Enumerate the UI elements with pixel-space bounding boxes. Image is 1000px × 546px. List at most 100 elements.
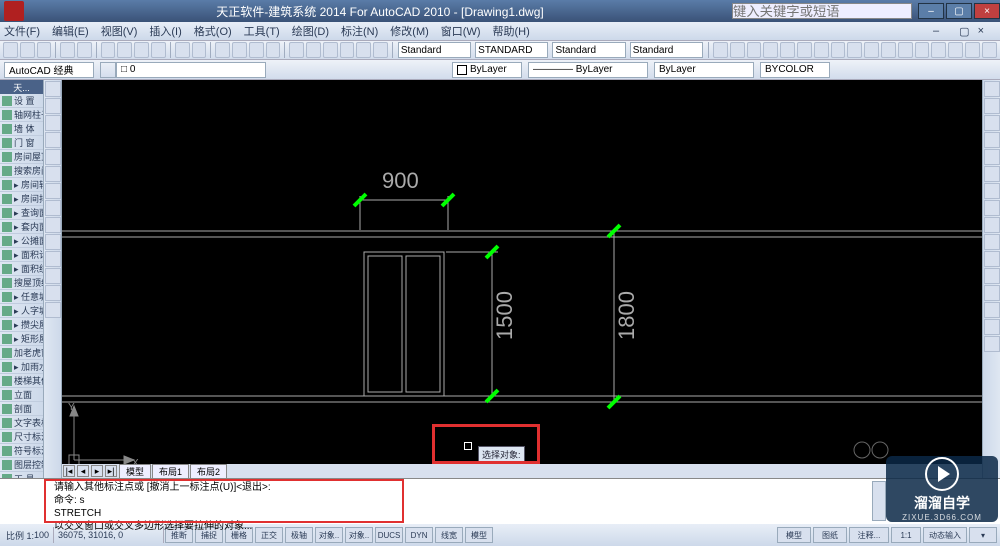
tool-e-icon[interactable]: [780, 42, 795, 58]
tangent-item-23[interactable]: 文字表格: [0, 416, 43, 430]
linetype-combo[interactable]: ———— ByLayer: [528, 62, 648, 78]
status-scale-1-1[interactable]: 1:1: [891, 527, 921, 543]
spline-icon[interactable]: [45, 183, 61, 199]
menu-file[interactable]: 文件(F): [4, 23, 40, 39]
polygon-icon[interactable]: [45, 115, 61, 131]
match-icon[interactable]: [151, 42, 166, 58]
table-icon[interactable]: [45, 268, 61, 284]
tool-n-icon[interactable]: [931, 42, 946, 58]
text-icon[interactable]: [45, 285, 61, 301]
workspace-combo[interactable]: AutoCAD 经典: [4, 62, 94, 78]
offset-icon[interactable]: [984, 132, 1000, 148]
trim-icon[interactable]: [984, 234, 1000, 250]
tangent-item-12[interactable]: ▸ 面积统计: [0, 262, 43, 276]
tab-last-icon[interactable]: ▸|: [105, 465, 117, 477]
preview-icon[interactable]: [77, 42, 92, 58]
sheetset-icon[interactable]: [340, 42, 355, 58]
menu-draw[interactable]: 绘图(D): [292, 23, 329, 39]
plotstyle-combo[interactable]: BYCOLOR: [760, 62, 830, 78]
menu-format[interactable]: 格式(O): [194, 23, 232, 39]
line-icon[interactable]: [45, 81, 61, 97]
tool-g-icon[interactable]: [814, 42, 829, 58]
block-icon[interactable]: [45, 251, 61, 267]
tool-m-icon[interactable]: [915, 42, 930, 58]
tangent-item-26[interactable]: 图层控制: [0, 458, 43, 472]
help-search-input[interactable]: [732, 3, 912, 19]
plot-icon[interactable]: [60, 42, 75, 58]
properties-icon[interactable]: [289, 42, 304, 58]
circle-icon[interactable]: [45, 166, 61, 182]
break-icon[interactable]: [984, 268, 1000, 284]
tangent-item-2[interactable]: 墙 体: [0, 122, 43, 136]
menu-window[interactable]: 窗口(W): [441, 23, 481, 39]
tab-layout2[interactable]: 布局2: [190, 464, 227, 479]
tool-l-icon[interactable]: [898, 42, 913, 58]
tangent-item-0[interactable]: 设 置: [0, 94, 43, 108]
region-icon[interactable]: [45, 302, 61, 318]
tangent-item-7[interactable]: ▸ 房间排序: [0, 192, 43, 206]
copy-obj-icon[interactable]: [984, 98, 1000, 114]
array-icon[interactable]: [984, 149, 1000, 165]
tool-q-icon[interactable]: [982, 42, 997, 58]
command-scrollbar[interactable]: [872, 481, 886, 521]
tangent-panel[interactable]: 天... 设 置轴网柱子墙 体门 窗房间屋顶搜索房间▸ 房间轮廓▸ 房间排序▸ …: [0, 80, 44, 478]
tool-h-icon[interactable]: [831, 42, 846, 58]
tangent-item-3[interactable]: 门 窗: [0, 136, 43, 150]
arc-icon[interactable]: [45, 149, 61, 165]
command-window[interactable]: 请输入其他标注点或 [撤消上一标注点(U)]<退出>: 命令: s STRETC…: [0, 478, 1000, 524]
menu-tools[interactable]: 工具(T): [244, 23, 280, 39]
tangent-item-21[interactable]: 立面: [0, 388, 43, 402]
stretch-icon[interactable]: [984, 217, 1000, 233]
rectangle-icon[interactable]: [45, 132, 61, 148]
tab-next-icon[interactable]: ▸: [91, 465, 103, 477]
pline-icon[interactable]: [45, 98, 61, 114]
tangent-item-16[interactable]: ▸ 攒尖屋顶: [0, 318, 43, 332]
tool-a-icon[interactable]: [713, 42, 728, 58]
tangent-item-20[interactable]: 楼梯其他: [0, 374, 43, 388]
toolpalettes-icon[interactable]: [323, 42, 338, 58]
undo-icon[interactable]: [175, 42, 190, 58]
tool-c-icon[interactable]: [747, 42, 762, 58]
mirror-icon[interactable]: [984, 115, 1000, 131]
tool-d-icon[interactable]: [763, 42, 778, 58]
tangent-item-4[interactable]: 房间屋顶: [0, 150, 43, 164]
tangent-item-22[interactable]: 剖面: [0, 402, 43, 416]
erase-icon[interactable]: [984, 81, 1000, 97]
tangent-item-6[interactable]: ▸ 房间轮廓: [0, 178, 43, 192]
tangent-item-13[interactable]: 搜屋顶线: [0, 276, 43, 290]
status-tray-icon[interactable]: ▾: [969, 527, 997, 543]
tangent-panel-header[interactable]: 天...: [0, 80, 43, 94]
fillet-icon[interactable]: [984, 319, 1000, 335]
maximize-button[interactable]: ▢: [946, 3, 972, 19]
menu-view[interactable]: 视图(V): [101, 23, 138, 39]
paste-icon[interactable]: [134, 42, 149, 58]
menu-dimension[interactable]: 标注(N): [341, 23, 378, 39]
zoom-window-icon[interactable]: [249, 42, 264, 58]
status-dyninput[interactable]: 动态输入: [923, 527, 967, 543]
join-icon[interactable]: [984, 285, 1000, 301]
layer-combo[interactable]: □ 0: [116, 62, 266, 78]
textstyle-combo[interactable]: Standard: [398, 42, 471, 58]
menu-modify[interactable]: 修改(M): [390, 23, 429, 39]
scale-icon[interactable]: [984, 200, 1000, 216]
dimstyle-combo[interactable]: STANDARD: [475, 42, 548, 58]
designcenter-icon[interactable]: [306, 42, 321, 58]
tool-p-icon[interactable]: [965, 42, 980, 58]
menu-insert[interactable]: 插入(I): [149, 23, 181, 39]
tangent-item-9[interactable]: ▸ 套内面积: [0, 220, 43, 234]
tangent-item-25[interactable]: 符号标注: [0, 444, 43, 458]
tangent-item-19[interactable]: ▸ 加雨水管: [0, 360, 43, 374]
viewcube-icon[interactable]: [854, 442, 888, 458]
rotate-icon[interactable]: [984, 183, 1000, 199]
tab-layout1[interactable]: 布局1: [152, 464, 189, 479]
doc-close-button[interactable]: ×: [978, 25, 984, 37]
color-combo[interactable]: ByLayer: [452, 62, 522, 78]
minimize-button[interactable]: –: [918, 3, 944, 19]
ellipse-icon[interactable]: [45, 200, 61, 216]
tool-b-icon[interactable]: [730, 42, 745, 58]
mleaderstyle-combo[interactable]: Standard: [630, 42, 703, 58]
tool-j-icon[interactable]: [864, 42, 879, 58]
extend-icon[interactable]: [984, 251, 1000, 267]
point-icon[interactable]: [45, 234, 61, 250]
cut-icon[interactable]: [101, 42, 116, 58]
